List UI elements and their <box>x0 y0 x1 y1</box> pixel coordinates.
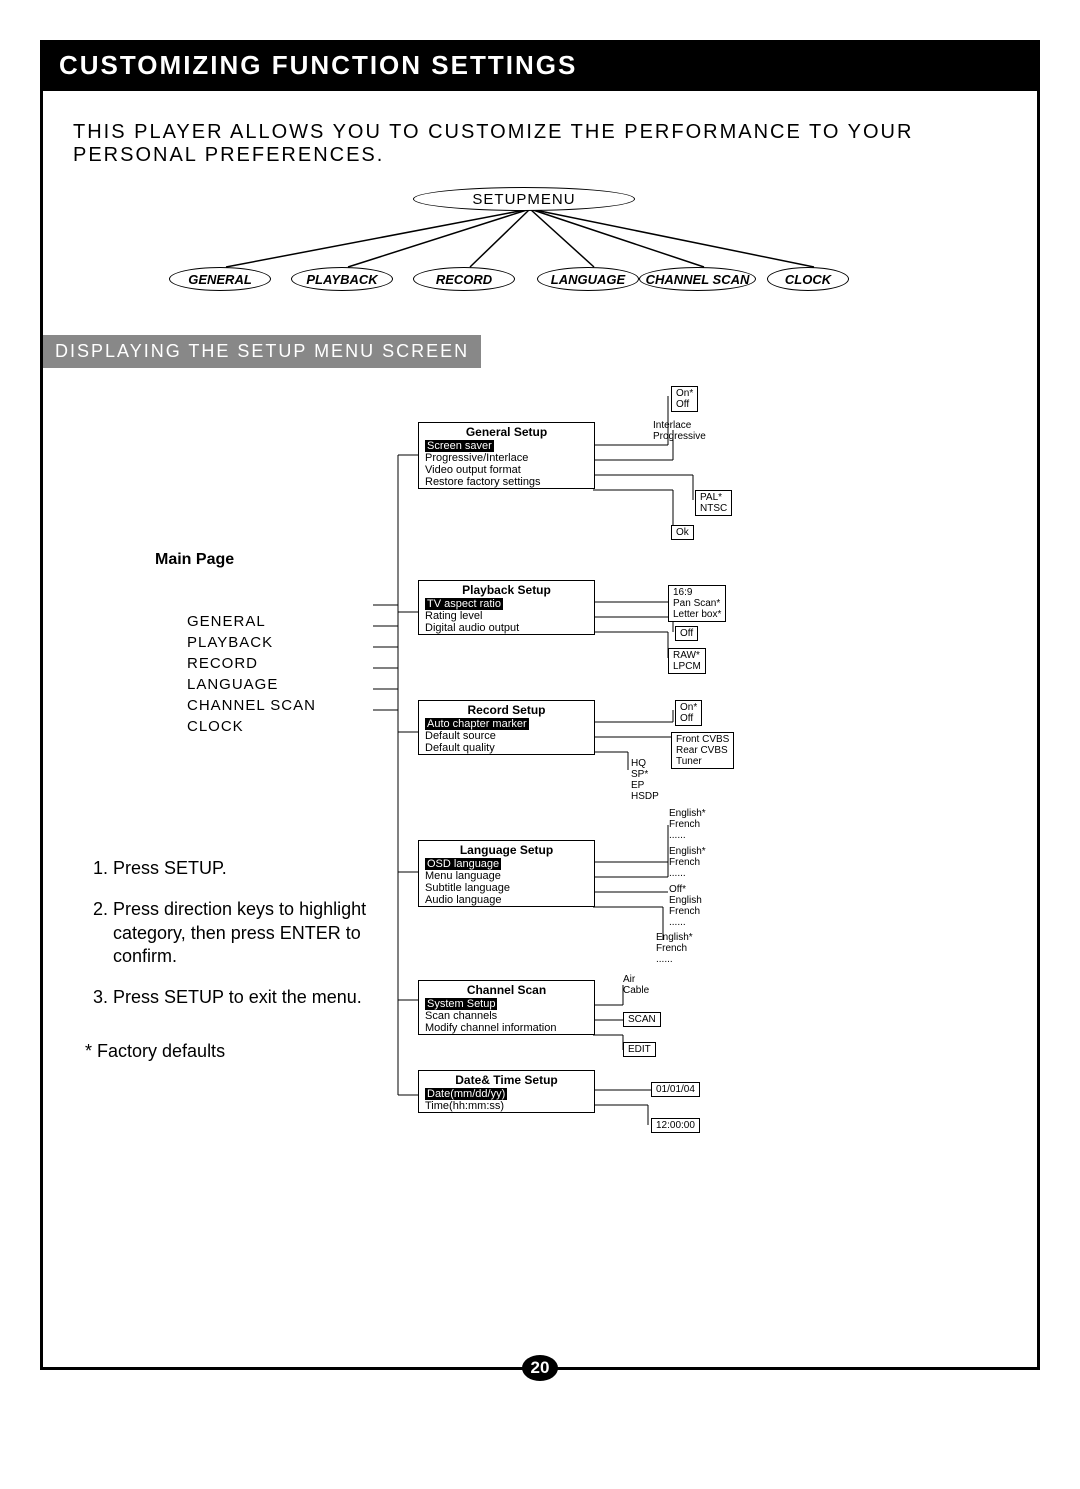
opts-osd: English*French...... <box>669 808 706 841</box>
factory-defaults-note: * Factory defaults <box>85 1040 373 1063</box>
menu-item-language: LANGUAGE <box>187 674 373 695</box>
page-title: CUSTOMIZING FUNCTION SETTINGS <box>43 40 1037 91</box>
general-progressive-interlace: Progressive/Interlace <box>419 452 594 464</box>
playback-setup-title: Playback Setup <box>419 581 594 598</box>
opts-restore: Ok <box>671 525 694 540</box>
language-setup-title: Language Setup <box>419 841 594 858</box>
datetime-setup-title: Date& Time Setup <box>419 1071 594 1088</box>
opts-quality: HQSP*EPHSDP <box>631 758 659 802</box>
language-menu: Menu language <box>419 870 594 882</box>
channel-scan-box: Channel Scan System Setup Scan channels … <box>418 980 595 1035</box>
menu-item-general: GENERAL <box>187 611 373 632</box>
playback-digital-audio: Digital audio output <box>419 622 594 634</box>
opts-progressive: InterlaceProgressive <box>653 420 706 442</box>
general-setup-box: General Setup Screen saver Progressive/I… <box>418 422 595 489</box>
intro-text: THIS PLAYER ALLOWS YOU TO CUSTOMIZE THE … <box>43 91 1037 187</box>
playback-setup-box: Playback Setup TV aspect ratio Rating le… <box>418 580 595 635</box>
opts-date: 01/01/04 <box>651 1082 700 1097</box>
datetime-time: Time(hh:mm:ss) <box>419 1100 594 1112</box>
opts-aspect: 16:9Pan Scan*Letter box* <box>668 585 726 622</box>
opts-audio: RAW*LPCM <box>668 648 706 674</box>
opts-chapter: On*Off <box>675 700 702 726</box>
opts-rating: Off <box>675 626 698 641</box>
opts-modify: EDIT <box>623 1042 656 1057</box>
section-label: DISPLAYING THE SETUP MENU SCREEN <box>43 335 481 368</box>
channel-scan-scan: Scan channels <box>419 1010 594 1022</box>
language-setup-box: Language Setup OSD language Menu languag… <box>418 840 595 907</box>
language-osd: OSD language <box>425 858 501 870</box>
opts-menu: English*French...... <box>669 846 706 879</box>
opts-system: AirCable <box>623 974 649 996</box>
main-page-label: Main Page <box>155 550 373 571</box>
setup-tree-diagram: General Setup Screen saver Progressive/I… <box>373 380 1037 1063</box>
menu-item-channel-scan: CHANNEL SCAN <box>187 695 373 716</box>
setup-menu-root: SETUPMENU <box>413 187 635 211</box>
step-3: Press SETUP to exit the menu. <box>113 986 373 1009</box>
channel-scan-system: System Setup <box>425 998 497 1010</box>
general-video-output: Video output format <box>419 464 594 476</box>
category-fan-diagram: SETUPMENU GENERAL PLAYBACK RECORD LANGUA… <box>73 187 1007 297</box>
record-setup-title: Record Setup <box>419 701 594 718</box>
category-record: RECORD <box>413 267 515 291</box>
category-language: LANGUAGE <box>537 267 639 291</box>
opts-video: PAL*NTSC <box>695 490 732 516</box>
datetime-date: Date(mm/dd/yy) <box>425 1088 507 1100</box>
record-default-quality: Default quality <box>419 742 594 754</box>
category-playback: PLAYBACK <box>291 267 393 291</box>
opts-audio-lang: English*French...... <box>656 932 693 965</box>
opts-source: Front CVBSRear CVBSTuner <box>671 732 734 769</box>
instruction-steps: Press SETUP. Press direction keys to hig… <box>73 857 373 1010</box>
opts-scan: SCAN <box>623 1012 661 1027</box>
menu-item-clock: CLOCK <box>187 716 373 737</box>
language-subtitle: Subtitle language <box>419 882 594 894</box>
step-1: Press SETUP. <box>113 857 373 880</box>
step-2: Press direction keys to highlight catego… <box>113 898 373 968</box>
datetime-setup-box: Date& Time Setup Date(mm/dd/yy) Time(hh:… <box>418 1070 595 1113</box>
category-general: GENERAL <box>169 267 271 291</box>
record-default-source: Default source <box>419 730 594 742</box>
main-page-menu: GENERAL PLAYBACK RECORD LANGUAGE CHANNEL… <box>187 611 373 737</box>
playback-rating: Rating level <box>419 610 594 622</box>
channel-scan-modify: Modify channel information <box>419 1022 594 1034</box>
general-screen-saver: Screen saver <box>425 440 494 452</box>
opts-subtitle: Off*EnglishFrench...... <box>669 884 702 928</box>
category-channel-scan: CHANNEL SCAN <box>639 267 756 291</box>
opts-time: 12:00:00 <box>651 1118 700 1133</box>
record-setup-box: Record Setup Auto chapter marker Default… <box>418 700 595 755</box>
menu-item-playback: PLAYBACK <box>187 632 373 653</box>
general-restore: Restore factory settings <box>419 476 594 488</box>
playback-tv-aspect: TV aspect ratio <box>425 598 503 610</box>
menu-item-record: RECORD <box>187 653 373 674</box>
category-clock: CLOCK <box>767 267 849 291</box>
record-auto-chapter: Auto chapter marker <box>425 718 529 730</box>
channel-scan-title: Channel Scan <box>419 981 594 998</box>
opts-screen-saver: On*Off <box>671 386 698 412</box>
language-audio: Audio language <box>419 894 594 906</box>
general-setup-title: General Setup <box>419 423 594 440</box>
page-number: 20 <box>522 1355 558 1381</box>
